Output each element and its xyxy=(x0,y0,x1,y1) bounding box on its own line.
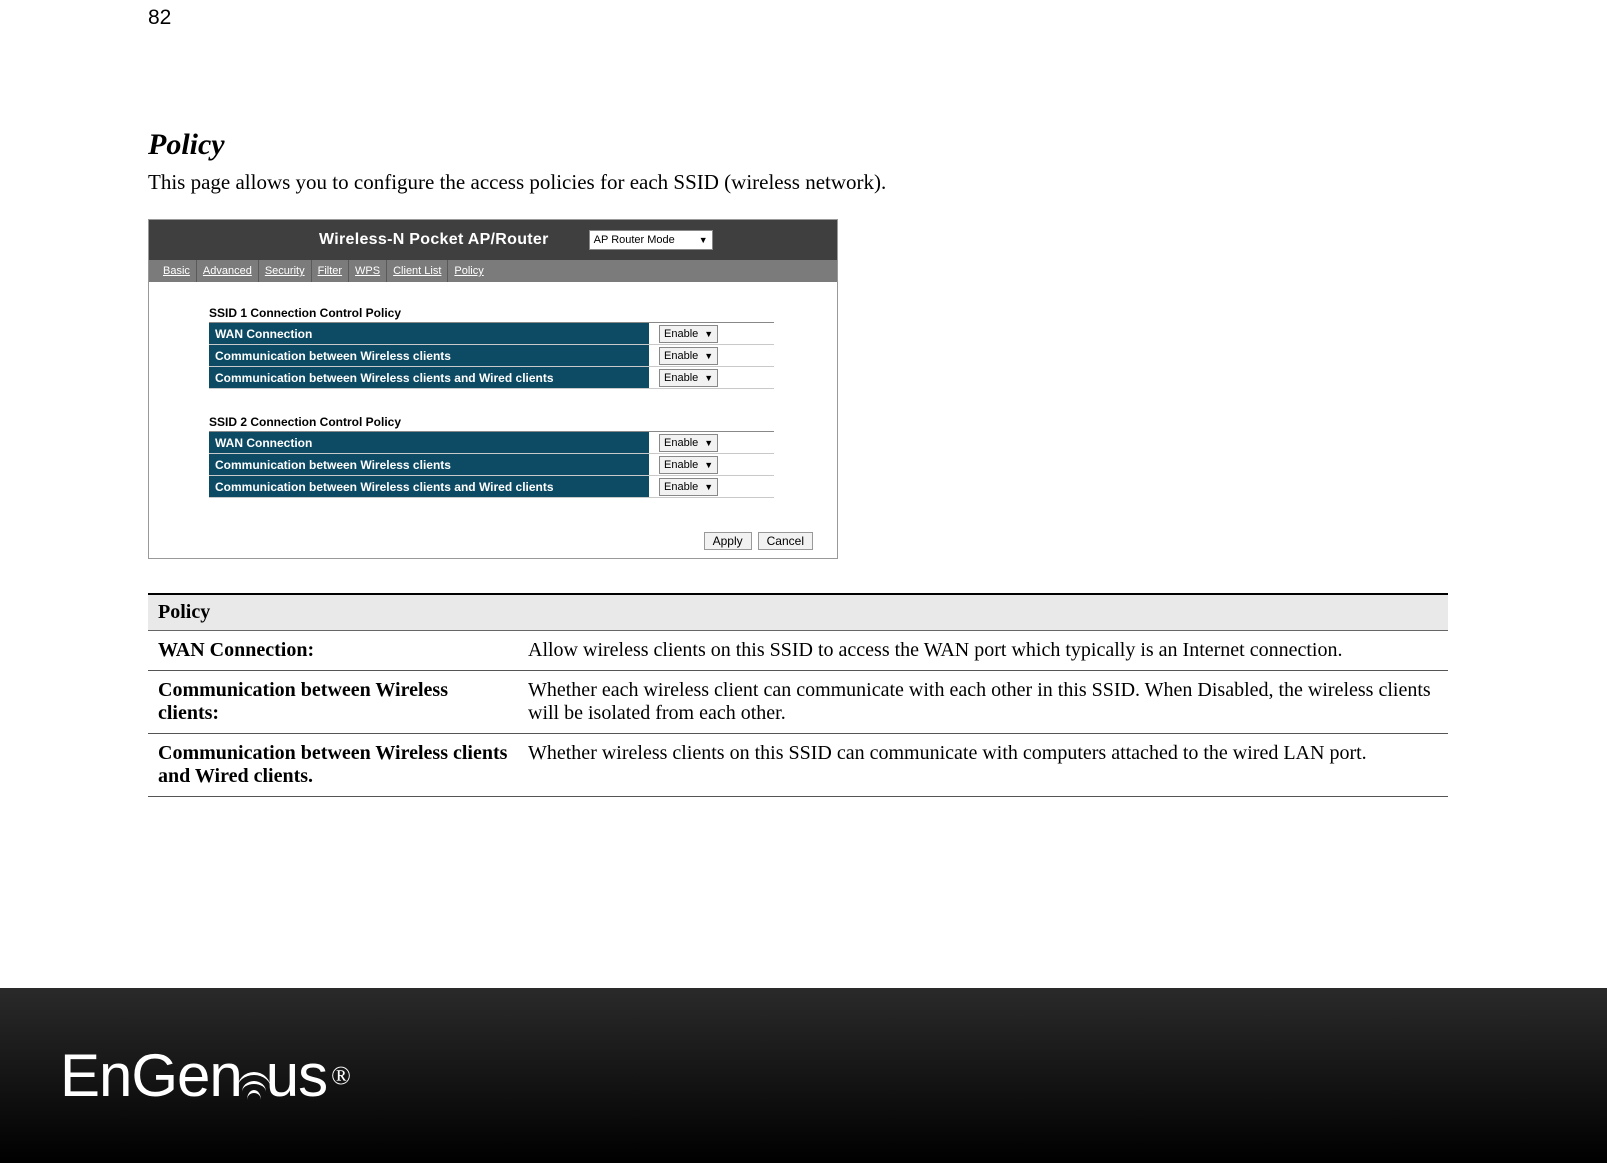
table-row: Communication between Wireless clients a… xyxy=(209,476,774,498)
signal-icon xyxy=(236,1072,272,1114)
table-row: Communication between Wireless clients a… xyxy=(148,734,1448,797)
brand-logo: EnGen us ® xyxy=(60,1041,351,1110)
desc-text: Whether each wireless client can communi… xyxy=(518,671,1448,734)
router-tabs: Basic Advanced Security Filter WPS Clien… xyxy=(149,260,837,282)
table-row: Communication between Wireless clients E… xyxy=(209,345,774,367)
router-screenshot: Wireless-N Pocket AP/Router AP Router Mo… xyxy=(148,219,838,559)
tab-client-list[interactable]: Client List xyxy=(387,260,448,282)
section-title: Policy xyxy=(148,128,1448,162)
ssid1-wlcomm-select[interactable]: Enable ▼ xyxy=(659,347,718,365)
router-header: Wireless-N Pocket AP/Router AP Router Mo… xyxy=(149,220,837,260)
ssid2-policy-table: WAN Connection Enable ▼ Communication be… xyxy=(209,431,774,498)
table-row: WAN Connection: Allow wireless clients o… xyxy=(148,631,1448,671)
brand-text-part1: EnGen xyxy=(60,1041,242,1110)
mode-select-value: AP Router Mode xyxy=(594,234,675,246)
select-value: Enable xyxy=(664,328,698,340)
tab-advanced[interactable]: Advanced xyxy=(197,260,259,282)
table-row: WAN Connection Enable ▼ xyxy=(209,432,774,454)
apply-button[interactable]: Apply xyxy=(704,532,752,550)
registered-icon: ® xyxy=(331,1061,351,1091)
ssid2-policy-block: SSID 2 Connection Control Policy WAN Con… xyxy=(209,415,813,498)
desc-term: Communication between Wireless clients a… xyxy=(148,734,518,797)
router-body: SSID 1 Connection Control Policy WAN Con… xyxy=(149,282,837,532)
chevron-down-icon: ▼ xyxy=(704,351,713,361)
page-number: 82 xyxy=(148,6,171,30)
chevron-down-icon: ▼ xyxy=(704,373,713,383)
ssid1-caption: SSID 1 Connection Control Policy xyxy=(209,306,813,320)
ssid2-caption: SSID 2 Connection Control Policy xyxy=(209,415,813,429)
chevron-down-icon: ▼ xyxy=(704,482,713,492)
select-value: Enable xyxy=(664,372,698,384)
ssid2-wlcomm-select[interactable]: Enable ▼ xyxy=(659,456,718,474)
tab-wps[interactable]: WPS xyxy=(349,260,387,282)
select-value: Enable xyxy=(664,459,698,471)
ssid2-wlwd-label: Communication between Wireless clients a… xyxy=(209,476,649,498)
table-row: Communication between Wireless clients a… xyxy=(209,367,774,389)
desc-text: Allow wireless clients on this SSID to a… xyxy=(518,631,1448,671)
table-row: WAN Connection Enable ▼ xyxy=(209,323,774,345)
brand-text-part2: us xyxy=(266,1041,327,1110)
tab-policy[interactable]: Policy xyxy=(448,260,489,282)
ssid2-wlwd-select[interactable]: Enable ▼ xyxy=(659,478,718,496)
ssid1-wlwd-select[interactable]: Enable ▼ xyxy=(659,369,718,387)
page-footer: EnGen us ® xyxy=(0,988,1607,1163)
ssid1-wlcomm-label: Communication between Wireless clients xyxy=(209,345,649,367)
cancel-button[interactable]: Cancel xyxy=(758,532,813,550)
ssid1-policy-block: SSID 1 Connection Control Policy WAN Con… xyxy=(209,306,813,389)
router-actions: Apply Cancel xyxy=(149,532,837,558)
select-value: Enable xyxy=(664,350,698,362)
chevron-down-icon: ▼ xyxy=(704,329,713,339)
desc-term: Communication between Wireless clients: xyxy=(148,671,518,734)
tab-security[interactable]: Security xyxy=(259,260,312,282)
ssid2-wan-select[interactable]: Enable ▼ xyxy=(659,434,718,452)
ssid1-wan-label: WAN Connection xyxy=(209,323,649,345)
tab-filter[interactable]: Filter xyxy=(312,260,349,282)
chevron-down-icon: ▼ xyxy=(699,235,708,245)
mode-select[interactable]: AP Router Mode ▼ xyxy=(589,230,713,250)
ssid1-wlwd-label: Communication between Wireless clients a… xyxy=(209,367,649,389)
table-row: Communication between Wireless clients: … xyxy=(148,671,1448,734)
ssid1-policy-table: WAN Connection Enable ▼ Communication be… xyxy=(209,322,774,389)
page-content: Policy This page allows you to configure… xyxy=(148,128,1448,797)
chevron-down-icon: ▼ xyxy=(704,438,713,448)
desc-term: WAN Connection: xyxy=(148,631,518,671)
chevron-down-icon: ▼ xyxy=(704,460,713,470)
tab-basic[interactable]: Basic xyxy=(157,260,197,282)
router-title: Wireless-N Pocket AP/Router xyxy=(319,231,549,249)
ssid1-wan-select[interactable]: Enable ▼ xyxy=(659,325,718,343)
desc-table-header: Policy xyxy=(148,594,1448,631)
table-row: Communication between Wireless clients E… xyxy=(209,454,774,476)
section-description: This page allows you to configure the ac… xyxy=(148,170,1448,195)
select-value: Enable xyxy=(664,481,698,493)
ssid2-wlcomm-label: Communication between Wireless clients xyxy=(209,454,649,476)
policy-description-table: Policy WAN Connection: Allow wireless cl… xyxy=(148,593,1448,797)
ssid2-wan-label: WAN Connection xyxy=(209,432,649,454)
desc-text: Whether wireless clients on this SSID ca… xyxy=(518,734,1448,797)
select-value: Enable xyxy=(664,437,698,449)
